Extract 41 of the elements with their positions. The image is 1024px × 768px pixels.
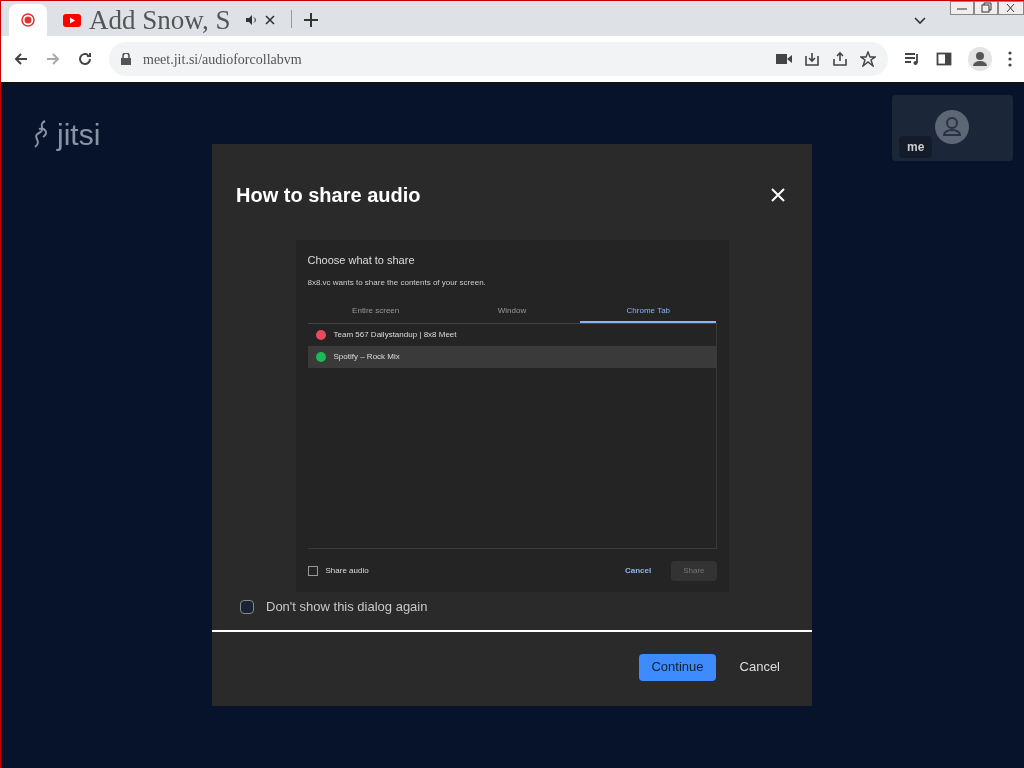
url-text: meet.jit.si/audioforcollabvm [143,50,303,69]
example-title: Choose what to share [307,253,416,268]
browser-tab[interactable] [9,4,47,36]
name-label: me [899,136,933,158]
video-icon [63,13,81,27]
install-icon[interactable] [804,51,820,67]
example-tab[interactable]: Entire screen [307,300,444,323]
side-panel-icon[interactable] [936,51,952,67]
tab-list-item[interactable]: Spotify – Rock Mix [307,345,716,368]
jitsi-logo: jitsi [57,117,101,153]
share-audio-checkbox[interactable] [307,565,318,576]
back-icon[interactable] [13,51,29,67]
new-tab-icon[interactable] [304,13,318,27]
address-bar[interactable]: meet.jit.si/audioforcollabvm [109,42,888,76]
dialog-title: How to share audio [236,183,421,208]
close-window-icon[interactable] [998,1,1024,15]
continue-button[interactable]: Continue [639,653,716,681]
checkbox-label: Don't show this dialog again [266,598,428,616]
cancel-button[interactable]: Cancel [731,653,788,681]
example-subtitle: 8x8.vc wants to share the contents of your screen. [307,276,487,289]
restore-icon[interactable] [974,1,998,15]
star-icon[interactable] [860,51,876,67]
tab-title: Add Snow, S [89,6,232,34]
speaker-icon[interactable] [245,14,257,26]
recording-icon [21,13,35,27]
reload-icon[interactable] [77,51,93,67]
menu-icon[interactable] [1008,51,1012,67]
example-tab[interactable]: Chrome Tab [580,300,717,323]
example-button[interactable]: Cancel [612,560,664,581]
close-icon[interactable] [265,15,275,25]
example-tab[interactable]: Window [443,300,581,323]
share-icon[interactable] [832,51,848,67]
checkbox[interactable] [240,599,254,614]
chevron-icon[interactable] [914,17,926,25]
profile-icon[interactable] [968,47,992,71]
lock-icon [121,53,131,65]
minimize-icon[interactable] [950,1,974,15]
camera-icon[interactable] [776,53,792,65]
media-icon[interactable] [904,51,920,67]
avatar-icon [935,110,969,144]
share-audio-label: Share audio [325,564,370,577]
